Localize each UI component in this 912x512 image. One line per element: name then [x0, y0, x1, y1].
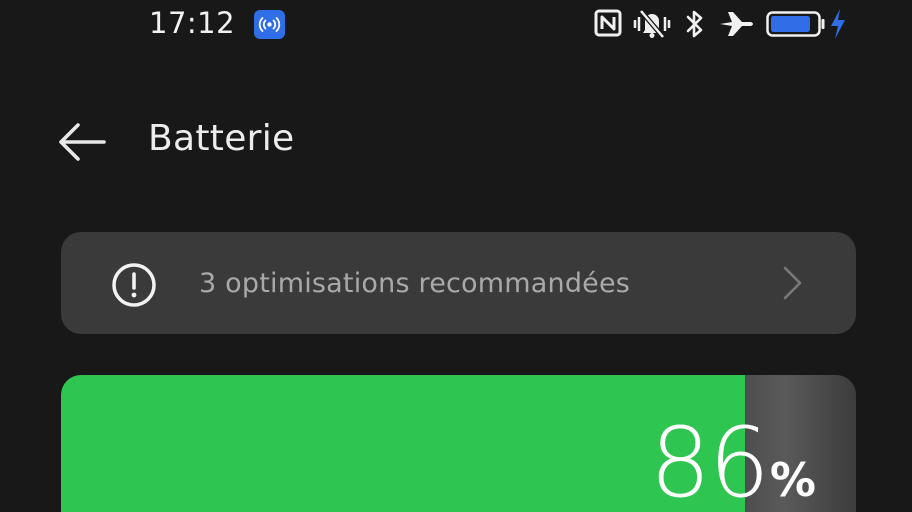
recommendations-label: 3 optimisations recommandées	[199, 268, 631, 299]
battery-percentage-unit: %	[769, 453, 816, 507]
charging-bolt-icon	[831, 9, 845, 39]
chevron-right-icon	[783, 266, 802, 300]
arrow-left-icon	[59, 123, 106, 161]
battery-level-fill	[61, 375, 745, 512]
battery-icon	[766, 11, 826, 37]
hotspot-icon	[254, 10, 285, 39]
alert-circle-icon	[112, 263, 156, 307]
battery-settings-screen: 17:12 Batterie 3 optimisations recommand…	[0, 0, 912, 512]
battery-percentage-value: 86	[649, 407, 770, 512]
bluetooth-icon	[686, 10, 703, 38]
status-clock: 17:12	[149, 6, 236, 40]
recommendations-card[interactable]: 3 optimisations recommandées	[61, 232, 856, 334]
battery-percentage: 86%	[650, 415, 816, 511]
battery-level-card: 86%	[61, 375, 856, 512]
status-bar: 17:12	[0, 0, 912, 48]
back-button[interactable]	[56, 120, 108, 164]
airplane-icon	[720, 12, 753, 36]
vibrate-off-icon	[633, 9, 671, 39]
page-title: Batterie	[148, 118, 295, 159]
nfc-icon	[594, 9, 622, 37]
